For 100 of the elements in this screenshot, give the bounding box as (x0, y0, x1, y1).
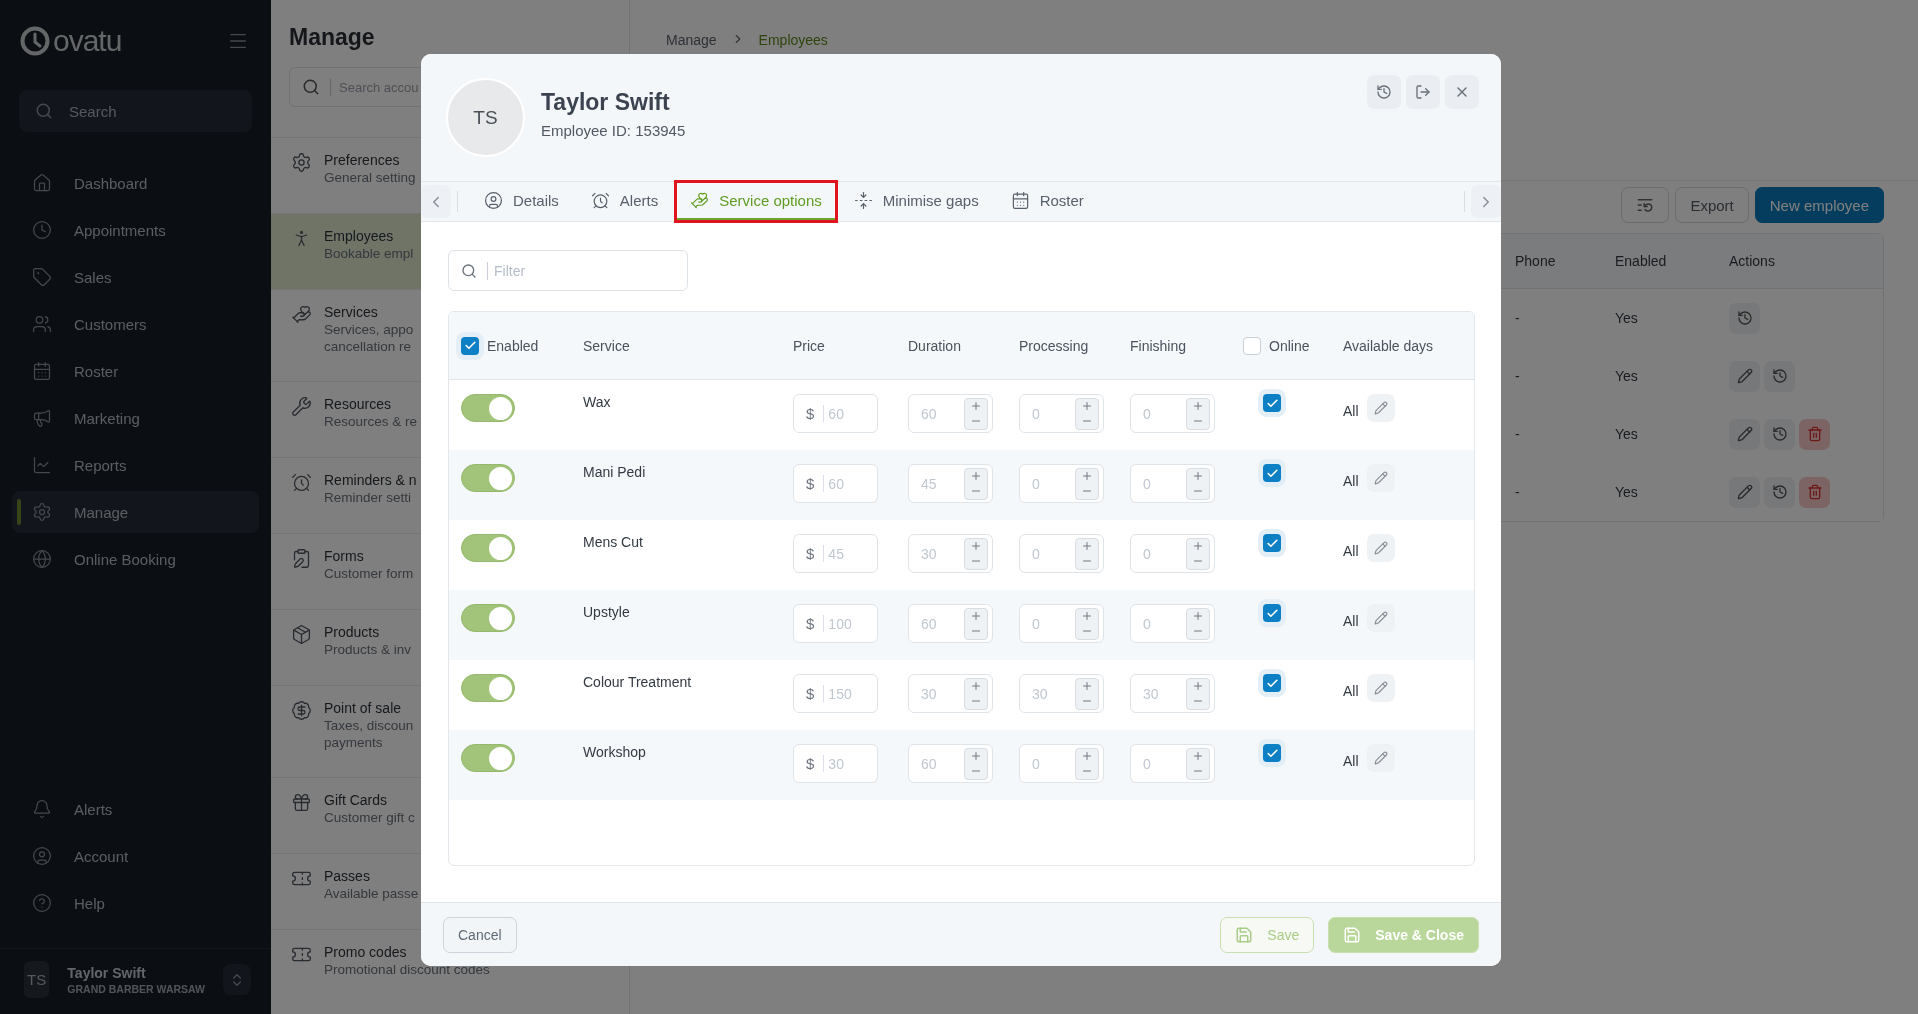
nav-item[interactable]: Alerts (12, 788, 259, 830)
switch-button[interactable] (223, 964, 251, 995)
plus-icon (970, 400, 982, 412)
history-icon (1376, 84, 1392, 100)
tab[interactable]: Service options (676, 182, 836, 221)
available-days: All (1343, 467, 1359, 489)
column-header: Processing (1019, 337, 1090, 354)
nav-item[interactable]: Customers (12, 303, 259, 345)
number-field[interactable]: 0 (1019, 464, 1104, 503)
tab[interactable]: Minimise gaps (839, 182, 993, 221)
alarm-icon (590, 190, 610, 210)
nav-item[interactable]: Dashboard (12, 162, 259, 204)
number-field[interactable]: 30 (1019, 674, 1104, 713)
number-field[interactable]: 0 (1130, 534, 1215, 573)
available-days: All (1343, 537, 1359, 559)
number-field[interactable]: $ 150 (793, 674, 878, 713)
dollar-icon (291, 700, 312, 721)
history-button[interactable] (1764, 418, 1795, 450)
edit-button[interactable] (1729, 360, 1760, 392)
tab[interactable]: Alerts (576, 182, 673, 221)
edit-days-button[interactable] (1366, 394, 1395, 422)
number-field[interactable]: 0 (1019, 534, 1104, 573)
number-field[interactable]: 30 (908, 674, 993, 713)
number-field[interactable]: 0 (1130, 464, 1215, 503)
history-button[interactable] (1764, 476, 1795, 508)
service-name: Workshop (583, 744, 646, 760)
breadcrumb-link[interactable]: Employees (758, 32, 828, 48)
enabled-switch[interactable] (461, 464, 515, 492)
home-icon (32, 173, 52, 193)
edit-button[interactable] (1729, 418, 1760, 450)
number-field[interactable]: 60 (908, 604, 993, 643)
number-field[interactable]: 0 (1019, 744, 1104, 783)
history-button[interactable] (1764, 360, 1795, 392)
edit-button[interactable] (1729, 476, 1760, 508)
tab[interactable]: Details (470, 182, 573, 221)
exit-button[interactable] (1406, 75, 1440, 109)
column-header: Finishing (1130, 337, 1188, 354)
nav-item[interactable]: Account (12, 835, 259, 877)
delete-button[interactable] (1799, 476, 1830, 508)
save-close-button[interactable]: Save & Close (1328, 916, 1479, 953)
number-field[interactable]: 0 (1130, 744, 1215, 783)
column-header: Available days (1343, 337, 1435, 354)
export-button[interactable]: Export (1675, 187, 1749, 223)
number-field[interactable]: 60 (908, 394, 993, 433)
enabled-switch[interactable] (461, 534, 515, 562)
nav-item[interactable]: Appointments (12, 209, 259, 251)
service-name: Mens Cut (583, 534, 643, 550)
field-value: 0 (1032, 755, 1040, 772)
number-field[interactable]: $ 100 (793, 604, 878, 643)
number-field[interactable]: 0 (1019, 394, 1104, 433)
number-field[interactable]: $ 30 (793, 744, 878, 783)
edit-days-button[interactable] (1366, 674, 1395, 702)
online-all-checkbox[interactable] (1243, 336, 1261, 355)
new-employee-button[interactable]: New employee (1754, 187, 1884, 223)
table-cell-text: Yes (1615, 426, 1639, 442)
enabled-switch[interactable] (461, 604, 515, 632)
nav-item[interactable]: Marketing (12, 397, 259, 439)
scroll-left-button[interactable] (421, 185, 451, 218)
number-field[interactable]: 30 (908, 534, 993, 573)
number-field[interactable]: 0 (1130, 604, 1215, 643)
edit-days-button[interactable] (1366, 534, 1395, 562)
tab[interactable]: Roster (996, 182, 1098, 221)
search-box[interactable]: Search (19, 90, 252, 132)
nav-item[interactable]: Reports (12, 444, 259, 486)
wrench-icon (291, 396, 312, 417)
user-name: Taylor Swift (67, 964, 147, 981)
clock-icon (32, 220, 52, 240)
nav-item[interactable]: Manage (12, 491, 259, 533)
nav-item[interactable]: Online Booking (12, 538, 259, 580)
scroll-right-button[interactable] (1471, 185, 1501, 218)
delete-button[interactable] (1799, 418, 1830, 450)
history-icon (1736, 310, 1753, 326)
enabled-switch[interactable] (461, 394, 515, 422)
enabled-switch[interactable] (461, 744, 515, 772)
user-icon (484, 190, 503, 210)
number-field[interactable]: 45 (908, 464, 993, 503)
close-button[interactable] (1445, 75, 1479, 109)
number-field[interactable]: 0 (1019, 604, 1104, 643)
enabled-switch[interactable] (461, 674, 515, 702)
edit-days-button[interactable] (1366, 744, 1395, 772)
nav-item[interactable]: Roster (12, 350, 259, 392)
columns-button[interactable] (1621, 187, 1670, 223)
save-button[interactable]: Save (1220, 916, 1315, 953)
edit-days-button[interactable] (1366, 464, 1395, 492)
filter-box[interactable]: Filter (448, 250, 688, 291)
number-field[interactable]: $ 60 (793, 394, 878, 433)
number-field[interactable]: 60 (908, 744, 993, 783)
breadcrumb-link[interactable]: Manage (666, 32, 717, 48)
history-button[interactable] (1729, 302, 1760, 334)
cancel-button[interactable]: Cancel (443, 916, 517, 953)
edit-days-button[interactable] (1366, 604, 1395, 632)
number-field[interactable]: 30 (1130, 674, 1215, 713)
globe-icon (32, 549, 52, 569)
number-field[interactable]: $ 60 (793, 464, 878, 503)
history-button[interactable] (1367, 75, 1401, 109)
nav-item[interactable]: Sales (12, 256, 259, 298)
nav-item[interactable]: Help (12, 882, 259, 924)
number-field[interactable]: $ 45 (793, 534, 878, 573)
search-field[interactable]: Search (67, 101, 217, 121)
number-field[interactable]: 0 (1130, 394, 1215, 433)
